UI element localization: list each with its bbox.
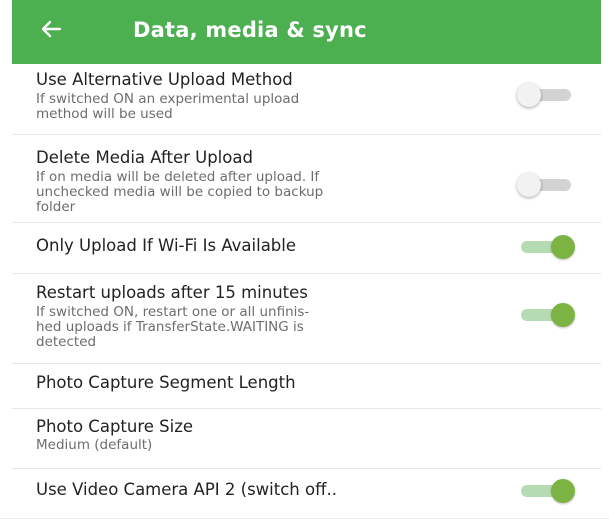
setting-subtitle-line: unchecked media will be copied to backup [36,184,324,200]
switch-thumb [551,303,575,327]
switch-thumb [551,479,575,503]
divider [0,518,609,519]
back-button[interactable] [38,16,64,42]
setting-title: Use Alternative Upload Method [36,70,293,89]
wifi-only-switch[interactable] [517,235,577,259]
setting-subtitle-line: folder [36,199,76,215]
switch-thumb [551,235,575,259]
setting-video-camera-api2[interactable]: Use Video Camera API 2 (switch off.. [12,469,601,518]
setting-subtitle-line: If switched ON an experimental upload [36,91,300,107]
app-bar: Data, media & sync [12,0,601,64]
setting-title: Only Upload If Wi-Fi Is Available [36,236,297,255]
setting-photo-capture-size[interactable]: Photo Capture Size Medium (default) [12,409,601,469]
setting-subtitle-line: hed uploads if TransferState.WAITING is [36,319,304,335]
setting-subtitle-line: detected [36,334,97,350]
delete-media-switch[interactable] [517,173,577,197]
setting-alternative-upload[interactable]: Use Alternative Upload Method If switche… [12,64,601,135]
setting-subtitle-line: If on media will be deleted after upload… [36,169,320,185]
setting-title: Restart uploads after 15 minutes [36,283,308,302]
setting-photo-segment-length[interactable]: Photo Capture Segment Length [12,364,601,409]
setting-title: Use Video Camera API 2 (switch off.. [36,480,337,499]
setting-restart-uploads[interactable]: Restart uploads after 15 minutes If swit… [12,274,601,364]
setting-subtitle-line: method will be used [36,106,173,122]
setting-value: Medium (default) [36,437,153,453]
setting-subtitle-line: If switched ON, restart one or all unfin… [36,304,310,320]
switch-thumb [517,173,541,197]
arrow-left-icon [41,20,62,38]
setting-title: Delete Media After Upload [36,148,253,167]
setting-delete-media[interactable]: Delete Media After Upload If on media wi… [12,135,601,223]
restart-uploads-switch[interactable] [517,303,577,327]
video-camera-api2-switch[interactable] [517,479,577,503]
setting-wifi-only[interactable]: Only Upload If Wi-Fi Is Available [12,223,601,274]
settings-list: Use Alternative Upload Method If switche… [12,64,601,522]
alternative-upload-switch[interactable] [517,83,577,107]
setting-title: Photo Capture Size [36,417,194,436]
setting-title: Photo Capture Segment Length [36,373,296,392]
page-title: Data, media & sync [133,18,367,42]
switch-thumb [517,83,541,107]
